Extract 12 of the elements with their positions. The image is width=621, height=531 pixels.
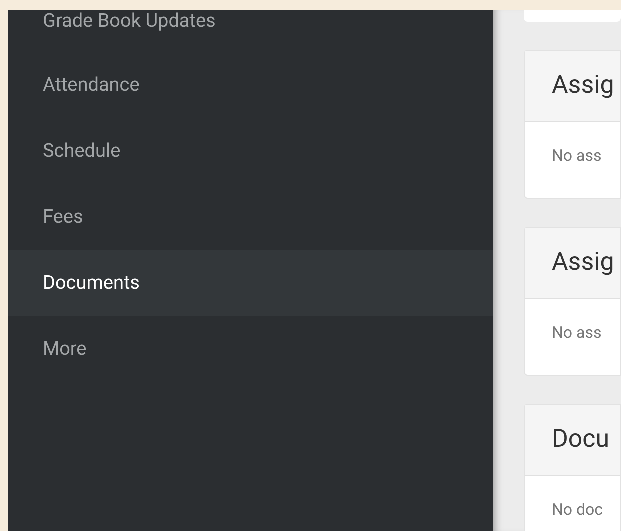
card-title: Assig <box>525 228 620 299</box>
card-text: No ass <box>552 323 602 342</box>
card-title: Docu <box>525 405 620 476</box>
sidebar-item[interactable]: More <box>8 316 493 382</box>
sidebar-item[interactable]: Attendance <box>8 52 493 118</box>
card-title: Assig <box>525 51 620 122</box>
sidebar-item[interactable]: Grade Book Updates <box>8 10 493 52</box>
sidebar-item[interactable]: Documents <box>8 250 493 316</box>
sidebar-item[interactable]: Fees <box>8 184 493 250</box>
sidebar-item[interactable]: Schedule <box>8 118 493 184</box>
card-text: No ass <box>552 146 602 165</box>
card-text: No doc <box>552 500 604 519</box>
